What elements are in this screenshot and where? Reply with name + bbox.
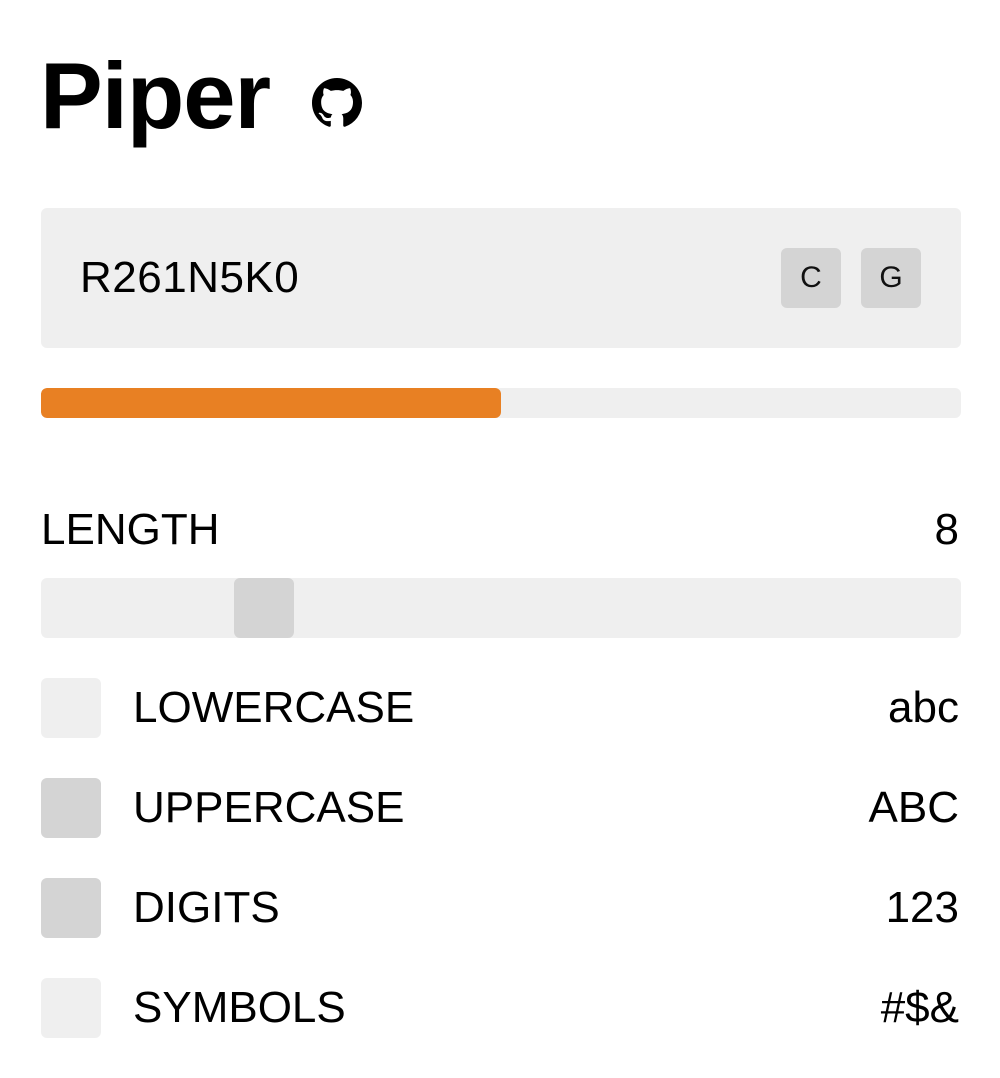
symbols-checkbox[interactable] bbox=[41, 978, 101, 1038]
uppercase-label: UPPERCASE bbox=[133, 783, 405, 832]
strength-meter bbox=[41, 388, 961, 418]
symbols-label: SYMBOLS bbox=[133, 983, 346, 1032]
option-symbols[interactable]: SYMBOLS #$& bbox=[41, 978, 959, 1038]
digits-sample: 123 bbox=[885, 883, 959, 932]
option-uppercase[interactable]: UPPERCASE ABC bbox=[41, 778, 959, 838]
digits-checkbox[interactable] bbox=[41, 878, 101, 938]
length-slider-thumb[interactable] bbox=[234, 578, 294, 638]
app-title: Piper bbox=[40, 43, 271, 148]
option-lowercase[interactable]: LOWERCASE abc bbox=[41, 678, 959, 738]
length-slider[interactable] bbox=[41, 578, 961, 638]
length-value: 8 bbox=[934, 505, 959, 554]
digits-label: DIGITS bbox=[133, 883, 280, 932]
header: Piper bbox=[40, 43, 363, 148]
password-text[interactable]: R261N5K0 bbox=[80, 253, 761, 303]
generate-button[interactable]: G bbox=[861, 248, 921, 308]
length-label: LENGTH bbox=[41, 505, 220, 554]
lowercase-label: LOWERCASE bbox=[133, 683, 415, 732]
password-display: R261N5K0 C G bbox=[41, 208, 961, 348]
github-icon[interactable] bbox=[312, 78, 363, 128]
symbols-sample: #$& bbox=[880, 983, 959, 1032]
option-digits[interactable]: DIGITS 123 bbox=[41, 878, 959, 938]
lowercase-checkbox[interactable] bbox=[41, 678, 101, 738]
uppercase-checkbox[interactable] bbox=[41, 778, 101, 838]
lowercase-sample: abc bbox=[888, 683, 959, 732]
strength-meter-fill bbox=[41, 388, 501, 418]
copy-button[interactable]: C bbox=[781, 248, 841, 308]
length-row: LENGTH 8 bbox=[41, 500, 959, 560]
uppercase-sample: ABC bbox=[868, 783, 959, 832]
